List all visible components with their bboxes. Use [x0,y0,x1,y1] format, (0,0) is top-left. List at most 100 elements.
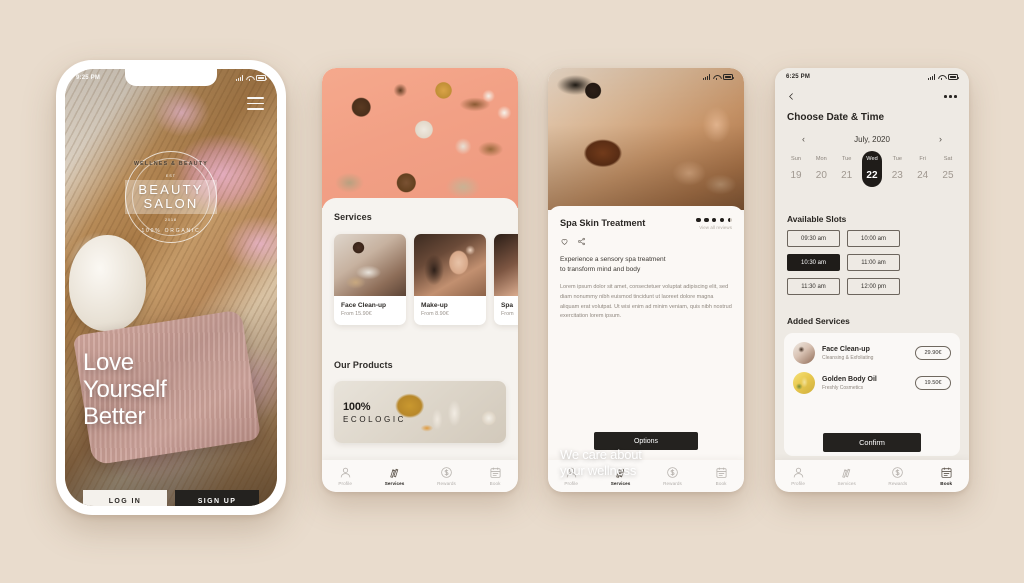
nav-item-rewards[interactable]: Rewards [888,466,907,486]
detail-subtitle: Experience a sensory spa treatment to tr… [560,255,732,275]
nav-item-profile[interactable]: Profile [791,466,805,486]
nav-item-rewards[interactable]: Rewards [663,466,682,486]
calendar-day[interactable]: Sat 25 [938,156,958,181]
more-horizontal-icon[interactable] [944,95,957,98]
calendar-day[interactable]: Mon 20 [811,156,831,181]
calendar-dow: Mon [815,156,827,162]
bottom-navigation: Profile Services Rewards Book [775,460,969,492]
services-carousel[interactable]: Face Clean-up From 15.90€ Make-up From 8… [334,234,518,325]
phone1-screen: 9:25 PM WELLNES & BEAUTY EST BEAUTY SALO… [65,69,277,506]
brushes-icon [840,466,853,479]
time-slot[interactable]: 12:00 pm [847,278,900,295]
hero-headline: Love Yourself Better [83,349,167,430]
hero-section [65,69,277,506]
detail-service-name: Spa Skin Treatment [560,218,646,228]
calendar-day-selected[interactable]: Wed 22 [861,151,882,187]
added-service-row[interactable]: Face Clean-up Cleansing & Exfoliating 29… [793,342,951,364]
dollar-coin-icon [891,466,904,479]
service-meta: Spa From [494,296,518,325]
nav-item-profile[interactable]: Profile [338,466,352,486]
phone-mockup-service-detail: We care about your wellness Spa Skin Tre… [548,68,744,492]
nav-item-book[interactable]: Book [715,466,728,486]
nav-item-book[interactable]: Book [940,466,953,486]
calendar-day[interactable]: Tue 23 [887,156,907,181]
status-icons [927,74,960,80]
logo-title: BEAUTY SALON [138,183,203,211]
price-badge: 29.90€ [915,346,951,360]
battery-icon [256,75,268,81]
phone4-screen: 6:25 PM Choose Date & Time ‹ July, 2020 [775,68,969,492]
calendar-dow: Wed [866,156,878,162]
time-slot[interactable]: 10:00 am [847,230,900,247]
nav-item-services[interactable]: Services [385,466,405,486]
product-banner-text: 100% ECOLOGIC [343,401,406,424]
next-month-button[interactable]: › [936,134,945,144]
time-slot[interactable]: 09:30 am [787,230,840,247]
calendar-day[interactable]: Sun 19 [786,156,806,181]
services-content: Services Face Clean-up From 15.90€ Make-… [322,198,518,492]
products-section-title: Our Products [334,360,393,370]
signup-button[interactable]: SIGN UP [175,490,259,506]
detail-headline-line2: your wellness [560,462,637,478]
nav-label: Rewards [888,481,908,486]
detail-header-photo [548,68,744,210]
calendar-icon [940,466,953,479]
hamburger-icon[interactable] [247,97,264,110]
logo-tagline-top: WELLNES & BEAUTY [133,161,209,167]
calendar-icon [715,466,728,479]
battery-icon [948,74,960,80]
service-card[interactable]: Spa From [494,234,518,325]
calendar-day[interactable]: Fri 24 [913,156,933,181]
hero-headline-line1: Love [83,349,134,376]
calendar-icon [489,466,502,479]
calendar-date: 19 [790,170,802,181]
signal-icon [702,74,710,80]
calendar-date: 22 [866,170,878,181]
nav-label: Book [715,481,727,486]
price-badge: 19.50€ [915,376,951,390]
service-name: Face Clean-up [341,302,387,309]
available-slots-title: Available Slots [787,214,847,224]
calendar-date: 20 [815,170,827,181]
status-time: 6:25 PM [786,74,811,80]
login-button[interactable]: LOG IN [83,490,167,506]
services-section-title: Services [334,212,372,222]
nav-item-book[interactable]: Book [489,466,502,486]
calendar-day[interactable]: Tue 21 [837,156,857,181]
calendar-dow: Tue [841,156,852,162]
service-card[interactable]: Make-up From 8.90€ [414,234,486,325]
nav-label: Profile [564,481,579,486]
nav-item-services[interactable]: Services [837,466,856,486]
heart-icon[interactable] [560,237,569,246]
slot-grid: 09:30 am 10:00 am 10:30 am 11:00 am 11:3… [787,230,957,295]
view-all-reviews-link[interactable]: View all reviews [696,225,732,230]
prev-month-button[interactable]: ‹ [799,134,808,144]
nav-label: Services [837,481,856,486]
product-label: ECOLOGIC [343,415,407,424]
dollar-coin-icon [440,466,453,479]
added-services-title: Added Services [787,316,850,326]
signal-icon [235,75,243,81]
battery-icon [723,74,735,80]
detail-headline: We care about your wellness [560,447,642,478]
time-slot[interactable]: 11:00 am [847,254,900,271]
share-icon[interactable] [577,237,586,246]
phone2-screen: Services Face Clean-up From 15.90€ Make-… [322,68,518,492]
time-slot-selected[interactable]: 10:30 am [787,254,840,271]
user-icon [792,466,805,479]
added-service-row[interactable]: Golden Body Oil Freshly Cosmetics 19.50€ [793,372,951,394]
product-banner[interactable]: 100% ECOLOGIC [334,381,506,443]
month-selector: ‹ July, 2020 › [799,134,945,144]
calendar-week-strip: Sun 19 Mon 20 Tue 21 Wed 22 Tue 23 Fri 2… [786,151,958,187]
added-service-text: Golden Body Oil Freshly Cosmetics [822,376,908,391]
detail-headline-line1: We care about [560,447,642,462]
nav-label: Services [384,481,405,486]
service-card[interactable]: Face Clean-up From 15.90€ [334,234,406,325]
time-slot[interactable]: 11:30 am [787,278,840,295]
nav-item-rewards[interactable]: Rewards [437,466,456,486]
phone-mockup-booking: 6:25 PM Choose Date & Time ‹ July, 2020 [775,68,969,492]
service-price: From [501,311,514,317]
confirm-button[interactable]: Confirm [823,433,921,452]
chevron-left-icon[interactable] [787,92,796,101]
rating-block: View all reviews [696,218,732,230]
